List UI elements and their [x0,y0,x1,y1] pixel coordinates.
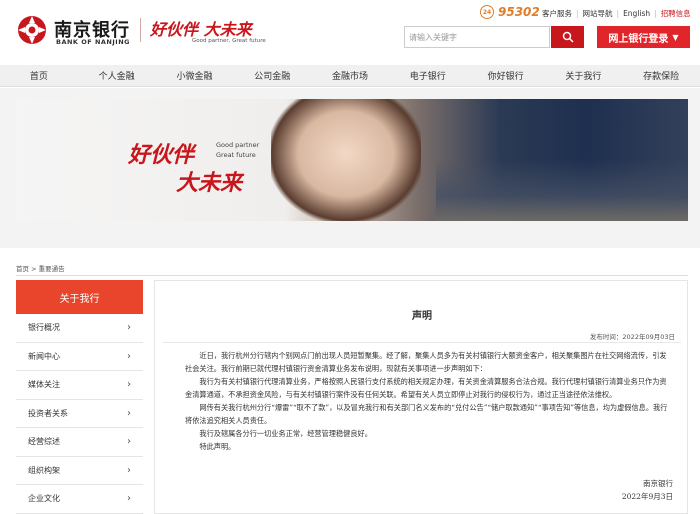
article-paragraph: 我行为有关村镇银行代理清算业务，严格按照人民银行支付系统的相关规定办理，有关资金… [185,377,667,399]
article-panel: 声明 发布时间：2022年09月03日 近日，我行杭州分行辖内个别网点门前出现人… [154,280,688,514]
chevron-right-icon: › [127,493,131,505]
search-button[interactable] [551,26,584,48]
nav-small-business[interactable]: 小微金融 [156,65,234,86]
bank-name-en: BANK OF NANJING [56,38,130,46]
article-paragraph: 特此声明。 [199,442,236,451]
hero-banner[interactable]: 好伙伴 大未来 Good partner Great future [16,99,688,221]
nav-financial-markets[interactable]: 金融市场 [311,65,389,86]
main-nav: 首页 个人金融 小微金融 公司金融 金融市场 电子银行 你好银行 关于我行 存款… [0,65,700,87]
banner-portrait [271,99,421,221]
chevron-right-icon: › [127,407,131,419]
logo-divider [140,18,141,42]
article-paragraph: 网传有关我行杭州分行“爆雷”“取不了款”，以及冒充我行和有关部门名义发布的“兑付… [185,403,668,425]
nav-deposit-insurance[interactable]: 存款保险 [622,65,700,86]
sidebar-item-operations[interactable]: 经营综述 › [16,428,143,457]
signature-date: 2022年9月3日 [621,492,673,501]
banner-en-line1: Good partner [216,141,260,149]
breadcrumb[interactable]: 首页 > 重要通告 [16,263,65,273]
nav-e-banking[interactable]: 电子银行 [389,65,467,86]
header-slogan-en: Good partner, Great future [192,38,266,44]
nav-personal-finance[interactable]: 个人金融 [78,65,156,86]
article-divider [163,342,681,343]
sidebar-item-label: 媒体关注 [28,380,60,390]
article-date: 发布时间：2022年09月03日 [589,333,675,341]
header-slogan: 好伙伴 大未来 [150,20,252,39]
search-icon [562,31,574,43]
sidebar-item-media[interactable]: 媒体关注 › [16,371,143,400]
chevron-right-icon: › [127,379,131,391]
link-english[interactable]: English [619,9,654,18]
sidebar-item-label: 银行概况 [28,323,60,333]
sidebar-title: 关于我行 [16,280,143,314]
nav-about-us[interactable]: 关于我行 [544,65,622,86]
sidebar-item-news[interactable]: 新闻中心 › [16,343,143,371]
chevron-right-icon: › [127,322,131,334]
sidebar: 关于我行 银行概况 › 新闻中心 › 媒体关注 › 投资者关系 › 经营综述 › 组织构架… [16,280,143,514]
link-site-nav[interactable]: 网站导航 [579,8,617,19]
article-signature: 南京银行 2022年9月3日 [622,477,673,503]
link-careers[interactable]: 招聘信息 [657,8,695,19]
breadcrumb-divider [16,275,688,276]
nav-home[interactable]: 首页 [0,65,78,86]
article-paragraph: 我行及辖属各分行一切业务正常，经营管理稳健良好。 [199,429,372,438]
hotline: 24 95302 [480,5,540,19]
link-customer-service[interactable]: 客户服务 [538,8,576,19]
chevron-down-icon: ▼ [672,32,679,42]
sidebar-item-overview[interactable]: 银行概况 › [16,314,143,343]
login-label: 网上银行登录 [608,33,669,45]
sidebar-item-label: 组织构架 [28,465,60,475]
banner-cityscape [436,159,688,221]
sidebar-item-label: 新闻中心 [28,351,60,361]
bank-logo-icon[interactable] [16,14,48,46]
hotline-number: 95302 [498,5,540,19]
header: 南京银行 BANK OF NANJING 好伙伴 大未来 Good partne… [0,0,700,62]
sidebar-item-structure[interactable]: 组织构架 › [16,457,143,485]
nav-hello-bank[interactable]: 你好银行 [467,65,545,86]
search-input[interactable]: 请输入关键字 [404,26,550,48]
nav-corporate[interactable]: 公司金融 [233,65,311,86]
sidebar-item-label: 投资者关系 [28,408,68,418]
phone-24h-icon: 24 [480,5,494,19]
top-links: 客户服务 | 网站导航 | English | 招聘信息 [538,8,695,19]
signature-name: 南京银行 [643,479,673,488]
sidebar-item-label: 经营综述 [28,437,60,447]
sidebar-item-label: 企业文化 [28,494,60,504]
article-title: 声明 [412,311,432,322]
banner-en-line2: Great future [216,151,256,159]
sidebar-item-culture[interactable]: 企业文化 › [16,485,143,514]
online-banking-login-button[interactable]: 网上银行登录 ▼ [597,26,690,48]
article-body: 近日，我行杭州分行辖内个别网点门前出现人员短暂聚集。经了解，聚集人员多为有关村镇… [185,349,669,453]
chevron-right-icon: › [127,350,131,362]
sidebar-item-investors[interactable]: 投资者关系 › [16,400,143,428]
chevron-right-icon: › [127,436,131,448]
article-paragraph: 近日，我行杭州分行辖内个别网点门前出现人员短暂聚集。经了解，聚集人员多为有关村镇… [185,351,667,373]
chevron-right-icon: › [127,464,131,476]
banner-slogan-line2: 大未来 [176,170,243,196]
